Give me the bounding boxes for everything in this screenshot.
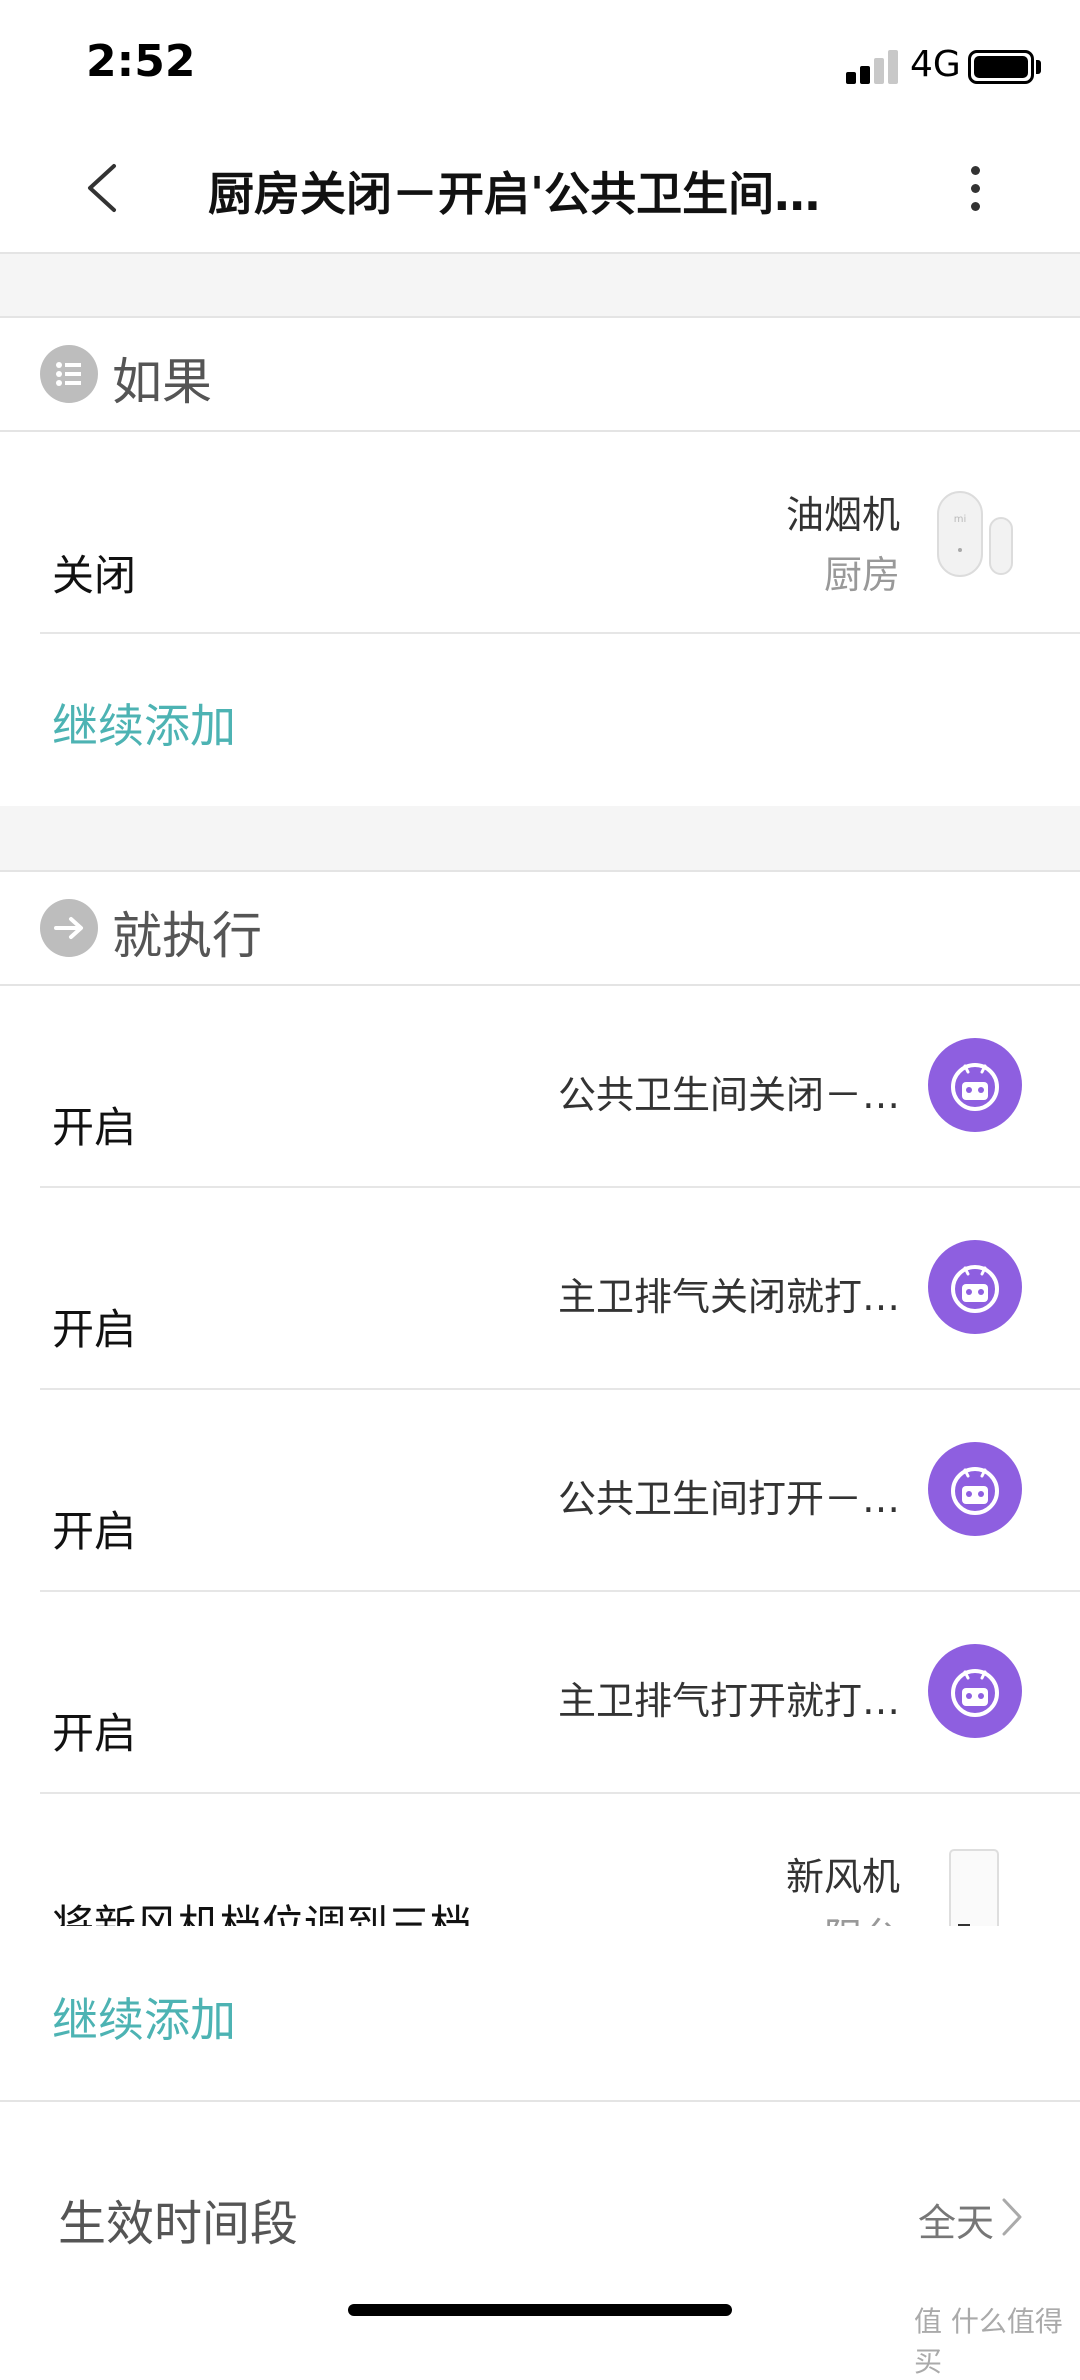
section-gap: [0, 806, 1080, 870]
then-action-row[interactable]: 开启 主卫排气关闭就打…: [0, 1188, 1080, 1388]
effective-time-label: 生效时间段: [58, 2196, 299, 2252]
back-button[interactable]: [78, 158, 124, 218]
action-label: 开启: [52, 1103, 137, 1152]
battery-icon: [968, 50, 1034, 84]
action-target: 主卫排气关闭就打…: [557, 1275, 900, 1319]
arrow-right-icon: [40, 899, 98, 957]
if-section-label: 如果: [112, 353, 212, 411]
robot-icon: [928, 1644, 1022, 1738]
action-target: 主卫排气打开就打…: [557, 1679, 900, 1723]
robot-icon: [928, 1038, 1022, 1132]
action-label: 将新风机档位调到三档: [52, 1901, 473, 1926]
chevron-left-icon: [88, 164, 116, 212]
action-room: 阳台: [824, 1906, 900, 1926]
home-indicator: [348, 2304, 732, 2316]
signal-icon: [846, 50, 898, 84]
condition-room: 厨房: [823, 553, 900, 597]
add-action-link[interactable]: 继续添加: [52, 1984, 236, 2050]
network-type: 4G: [910, 44, 961, 85]
watermark: 值 什么值得买: [914, 2305, 1063, 2378]
then-action-row[interactable]: 开启 公共卫生间关闭－…: [0, 986, 1080, 1186]
divider: [0, 870, 1080, 872]
status-time: 2:52: [86, 36, 196, 87]
chevron-right-icon: [998, 2194, 1024, 2240]
action-target: 公共卫生间打开－…: [557, 1477, 900, 1521]
door-sensor-icon: mi: [936, 490, 1016, 580]
action-label: 开启: [52, 1507, 137, 1556]
action-target: 新风机: [785, 1855, 900, 1899]
if-condition-row[interactable]: 关闭 油烟机 厨房 mi: [0, 432, 1080, 632]
svg-text:mi: mi: [954, 514, 967, 525]
section-gap: [0, 254, 1080, 316]
then-action-row[interactable]: 将新风机档位调到三档 新风机 阳台: [0, 1794, 1080, 1926]
condition-action: 关闭: [52, 551, 137, 600]
add-condition-link[interactable]: 继续添加: [52, 690, 236, 756]
then-action-row[interactable]: 开启 主卫排气打开就打…: [0, 1592, 1080, 1792]
page-title: 厨房关闭－开启'公共卫生间…: [208, 167, 821, 221]
battery-tip: [1036, 60, 1041, 74]
action-target: 公共卫生间关闭－…: [557, 1073, 900, 1117]
robot-icon: [928, 1442, 1022, 1536]
condition-device: 油烟机: [785, 493, 900, 537]
row-divider: [40, 632, 1080, 634]
effective-time-value: 全天: [918, 2201, 995, 2245]
air-purifier-icon: [948, 1848, 1000, 1926]
robot-icon: [928, 1240, 1022, 1334]
more-options-button[interactable]: [960, 160, 990, 220]
more-vertical-icon: [960, 166, 990, 211]
action-label: 开启: [52, 1305, 137, 1354]
list-icon: [40, 345, 98, 403]
divider: [0, 316, 1080, 318]
then-section-label: 就执行: [112, 907, 262, 965]
action-label: 开启: [52, 1709, 137, 1758]
then-action-row[interactable]: 开启 公共卫生间打开－…: [0, 1390, 1080, 1590]
